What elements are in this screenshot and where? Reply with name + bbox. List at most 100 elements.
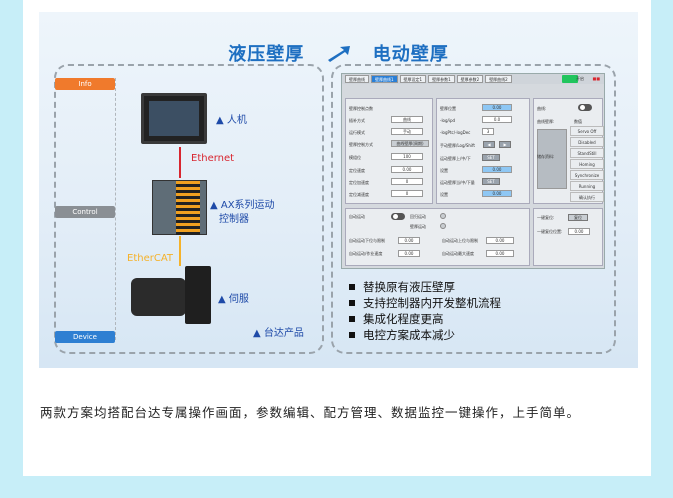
row-label: 模组位 xyxy=(349,155,361,160)
row-label: -log/ipd xyxy=(440,118,456,123)
layer-device: Device xyxy=(55,331,115,343)
row-label: 定位速度 xyxy=(349,168,365,173)
row-label: 运动壁厚当/中/下量 xyxy=(440,180,475,185)
set-button[interactable]: SET xyxy=(482,178,500,185)
title-right: 电动壁厚 xyxy=(372,44,449,65)
row-label: 设置 xyxy=(440,192,448,197)
row-label: 自动运动最大速度 xyxy=(442,251,474,256)
run-label: 开启 xyxy=(576,76,584,81)
row-value: 数值 xyxy=(574,119,582,124)
row-label: 设置 xyxy=(440,168,448,173)
option-item[interactable]: StandStill xyxy=(570,148,604,158)
row-label: 一键复位: xyxy=(537,215,555,220)
row-label: 壁厚位置 xyxy=(440,106,456,111)
reset-button[interactable]: 复位 xyxy=(568,214,588,221)
value-field[interactable]: 0.00 xyxy=(482,166,512,173)
arrow-left-button[interactable]: ◀ xyxy=(483,141,495,148)
reset-panel: 一键复位: 复位 一键复位位置: 0.00 xyxy=(533,208,603,266)
value-field[interactable]: 0.00 xyxy=(486,250,514,257)
bottom-panel: 自动运动 回归运动 壁厚运动 自动运动下位与限制 0.00 自动运动上位与限制 … xyxy=(345,208,530,266)
feature-list: 替换原有液压壁厚 支持控制器内开发整机流程 集成化程度更高 电控方案成本减少 xyxy=(347,279,501,343)
feature-item: 集成化程度更高 xyxy=(347,311,501,327)
value-field[interactable]: 0.0 xyxy=(482,116,512,123)
ethernet-line xyxy=(179,147,181,178)
value-field[interactable]: 0.00 xyxy=(398,250,420,257)
row-label: 储存资料: xyxy=(537,154,555,159)
set-button[interactable]: SET xyxy=(482,154,500,161)
hmi-label: ▲ 人机 xyxy=(216,115,247,126)
value-field[interactable]: 0.00 xyxy=(398,237,420,244)
row-label: 自动运动下位与限制 xyxy=(349,238,385,243)
confirm-button[interactable]: 确认执行 xyxy=(570,192,604,202)
tab-3[interactable]: 壁厚参数1 xyxy=(428,75,455,83)
delta-label: ▲ 台达产品 xyxy=(253,328,304,339)
arrow-right-button[interactable]: ▶ xyxy=(499,141,511,148)
ethercat-label: EtherCAT xyxy=(127,253,173,264)
option-item[interactable]: Homing xyxy=(570,159,604,169)
value-field[interactable]: 0.00 xyxy=(486,237,514,244)
option-item[interactable]: Disabled xyxy=(570,137,604,147)
value-field[interactable]: 3 xyxy=(482,128,494,135)
arrow-icon xyxy=(326,44,352,62)
mid-panel: 壁厚位置 -log/ipd -logPtc/-logDec 手动壁厚/Log/S… xyxy=(436,98,530,204)
row-label: 运动壁厚上/中/下 xyxy=(440,156,471,161)
toggle-switch[interactable] xyxy=(578,104,592,111)
servo-motor xyxy=(131,278,186,316)
row-label: 曲线壁厚: xyxy=(537,119,555,124)
alarm-icon: ■■ xyxy=(592,76,600,81)
ax-label-2: 控制器 xyxy=(219,214,249,225)
divider xyxy=(115,78,116,340)
value-field[interactable]: 0 xyxy=(391,190,423,197)
io-module xyxy=(176,181,200,235)
tab-1[interactable]: 壁厚曲线1 xyxy=(371,75,398,83)
value-field[interactable]: 0.00 xyxy=(482,190,512,197)
row-label: 曲线: xyxy=(537,106,547,111)
servo-label: ▲ 伺服 xyxy=(218,294,249,305)
feature-item: 电控方案成本减少 xyxy=(347,327,501,343)
indicator-dot xyxy=(440,223,446,229)
tab-0[interactable]: 壁厚曲线 xyxy=(345,75,369,83)
row-label: 手动壁厚/Log/Shift xyxy=(440,143,475,148)
value-field[interactable]: 曲线 xyxy=(391,116,423,123)
description-text: 两款方案均搭配台达专属操作画面，参数编辑、配方管理、数据监控一键操作，上手简单。 xyxy=(40,405,581,420)
row-label: 自动运动上位与限制 xyxy=(442,238,478,243)
option-item[interactable]: Synchronize xyxy=(570,170,604,180)
tab-4[interactable]: 壁厚参数2 xyxy=(456,75,484,83)
hero-title: 液压壁厚 电动壁厚 xyxy=(39,40,638,66)
option-item[interactable]: Running xyxy=(570,181,604,191)
row-label: 一键复位位置: xyxy=(537,229,563,234)
option-item[interactable]: Servo Off xyxy=(570,126,604,136)
row-label: -logPtc/-logDec xyxy=(440,130,471,135)
servo-drive xyxy=(185,266,211,324)
row-label: 运行模式 xyxy=(349,130,365,135)
layer-control: Control xyxy=(55,206,115,218)
value-field[interactable]: 0.00 xyxy=(482,104,512,111)
row-label: 自动运动 xyxy=(349,214,365,219)
value-field[interactable]: 曲线壁厚(周期) xyxy=(391,140,429,147)
title-left: 液压壁厚 xyxy=(228,44,305,65)
feature-item: 支持控制器内开发整机流程 xyxy=(347,295,501,311)
ax-label-1: ▲ AX系列运动 xyxy=(210,200,275,211)
row-label: 定位减速度 xyxy=(349,192,369,197)
ethernet-label: Ethernet xyxy=(191,153,235,164)
row-label: 壁厚控制方式 xyxy=(349,142,373,147)
tab-5[interactable]: 壁厚曲线2 xyxy=(485,75,512,83)
hmi-screen: 壁厚曲线 壁厚曲线1 壁厚设定1 壁厚参数1 壁厚参数2 壁厚曲线2 开启 ■■… xyxy=(341,73,605,269)
row-label: 壁厚控制点数 xyxy=(349,106,373,111)
value-field[interactable]: 0.00 xyxy=(391,166,423,173)
row-label: 壁厚运动 xyxy=(410,224,426,229)
hmi-image xyxy=(141,93,207,144)
tab-2[interactable]: 壁厚设定1 xyxy=(399,75,427,83)
left-panel: 壁厚控制点数 插补方式 运行模式 壁厚控制方式 模组位 定位速度 定位加速度 定… xyxy=(345,98,433,204)
row-label: 插补方式 xyxy=(349,118,365,123)
indicator-dot xyxy=(440,213,446,219)
value-field[interactable]: 0.00 xyxy=(568,228,590,235)
value-field[interactable]: 100 xyxy=(391,153,423,160)
row-label: 自动运动/作业速度 xyxy=(349,251,383,256)
feature-item: 替换原有液压壁厚 xyxy=(347,279,501,295)
value-field[interactable]: 0 xyxy=(391,178,423,185)
layer-info: Info xyxy=(55,78,115,90)
toggle-switch[interactable] xyxy=(391,213,405,220)
row-label: 定位加速度 xyxy=(349,180,369,185)
value-field[interactable]: 手动 xyxy=(391,128,423,135)
